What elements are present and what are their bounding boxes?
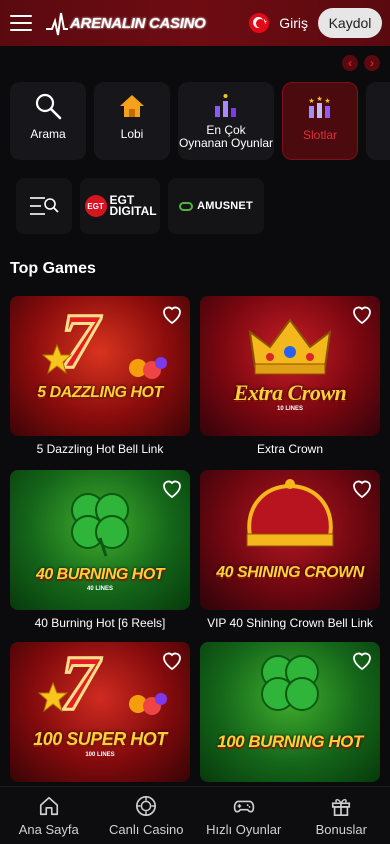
provider-egt-digital[interactable]: EGT EGT DIGITAL bbox=[80, 178, 160, 234]
game-art-title: 40 SHINING CROWN bbox=[216, 564, 364, 581]
favorite-heart-icon[interactable] bbox=[160, 648, 184, 672]
game-card[interactable]: 40 BURNING HOT 40 LINES 40 Burning Hot [… bbox=[10, 470, 190, 630]
star-icon bbox=[42, 344, 72, 374]
gamepad-icon bbox=[233, 800, 254, 813]
favorite-heart-icon[interactable] bbox=[350, 648, 374, 672]
category-slots[interactable]: ★ ★ ★ Slotlar bbox=[282, 82, 358, 160]
bottom-nav: Ana Sayfa Canlı Casino Hızlı Oyunlar Bon… bbox=[0, 786, 390, 844]
provider-filter-button[interactable] bbox=[16, 178, 72, 234]
game-art-title: 100 BURNING HOT bbox=[217, 732, 363, 751]
game-card[interactable]: 7 5 DAZZLING HOT 5 Dazzling Hot Bell Lin… bbox=[10, 296, 190, 456]
category-label: Arama bbox=[30, 127, 66, 141]
nav-home[interactable]: Ana Sayfa bbox=[4, 795, 94, 837]
slots-icon: ★ ★ ★ bbox=[305, 93, 335, 121]
game-art-title: Extra Crown bbox=[233, 380, 347, 405]
svg-text:★: ★ bbox=[324, 97, 330, 105]
game-art-title: 40 BURNING HOT bbox=[35, 566, 165, 583]
category-most-played[interactable]: En Çok Oynanan Oyunlar bbox=[178, 82, 274, 160]
game-art-subtitle: 40 LINES bbox=[86, 586, 113, 592]
svg-text:★: ★ bbox=[316, 95, 322, 103]
chevron-left-icon[interactable]: ‹ bbox=[342, 55, 358, 71]
svg-text:★: ★ bbox=[308, 97, 314, 105]
game-name[interactable]: Extra Crown bbox=[200, 442, 380, 456]
game-name[interactable]: 5 Dazzling Hot Bell Link bbox=[10, 442, 190, 456]
game-thumbnail[interactable]: 7 5 DAZZLING HOT bbox=[10, 296, 190, 436]
favorite-heart-icon[interactable] bbox=[160, 302, 184, 326]
favorite-heart-icon[interactable] bbox=[350, 476, 374, 500]
provider-name: EGT DIGITAL bbox=[109, 193, 157, 218]
section-title: Top Games bbox=[10, 260, 96, 277]
clover-icon bbox=[71, 493, 129, 557]
clover-icon bbox=[261, 655, 319, 711]
filter-search-icon bbox=[30, 197, 59, 215]
category-label: En Çok Oynanan Oyunlar bbox=[178, 123, 274, 150]
provider-row: EGT EGT DIGITAL AMUSNET bbox=[16, 178, 264, 234]
game-thumbnail[interactable]: 7 100 SUPER HOT 100 LINES bbox=[10, 642, 190, 782]
game-thumbnail[interactable]: 40 BURNING HOT 40 LINES bbox=[10, 470, 190, 610]
game-art-subtitle: 10 LINES bbox=[276, 406, 303, 412]
nav-quick-games[interactable]: Hızlı Oyunlar bbox=[199, 795, 289, 837]
favorite-heart-icon[interactable] bbox=[350, 302, 374, 326]
menu-icon[interactable] bbox=[10, 15, 32, 31]
amusnet-logo-icon bbox=[179, 201, 194, 211]
crown-icon bbox=[246, 479, 334, 547]
top-header: ARENALIN CASINO ★ Giriş Kaydol bbox=[0, 0, 390, 46]
nav-label: Bonuslar bbox=[315, 821, 367, 837]
game-thumbnail[interactable]: 100 BURNING HOT bbox=[200, 642, 380, 782]
game-card[interactable]: Extra Crown 10 LINES Extra Crown bbox=[200, 296, 380, 456]
egt-logo-icon: EGT bbox=[84, 195, 107, 217]
game-card[interactable]: 100 BURNING HOT bbox=[200, 642, 380, 782]
home-icon bbox=[117, 92, 147, 120]
category-next-partial[interactable] bbox=[366, 82, 390, 160]
turkey-flag-icon[interactable]: ★ bbox=[249, 13, 270, 33]
chevron-right-icon[interactable]: › bbox=[364, 55, 380, 71]
home-icon bbox=[39, 796, 58, 815]
category-tiles: Arama Lobi En Çok Oynanan Oyunlar ★ ★ ★ Sl… bbox=[10, 82, 390, 160]
game-name[interactable]: VIP 40 Shining Crown Bell Link bbox=[200, 616, 380, 630]
category-lobby[interactable]: Lobi bbox=[94, 82, 170, 160]
game-art-title: 100 SUPER HOT bbox=[33, 729, 167, 749]
provider-amusnet[interactable]: AMUSNET bbox=[168, 178, 264, 234]
nav-bonuses[interactable]: Bonuslar bbox=[296, 795, 386, 837]
game-art-title: 5 DAZZLING HOT bbox=[37, 384, 163, 401]
fruit-icon bbox=[129, 693, 167, 715]
register-button[interactable]: Kaydol bbox=[318, 8, 382, 38]
category-carousel-nav: ‹ › bbox=[342, 55, 380, 71]
search-icon bbox=[33, 92, 63, 120]
star-icon bbox=[38, 682, 68, 712]
favorite-heart-icon[interactable] bbox=[160, 476, 184, 500]
crown-icon bbox=[248, 318, 332, 375]
game-thumbnail[interactable]: 40 SHINING CROWN bbox=[200, 470, 380, 610]
nav-live-casino[interactable]: Canlı Casino bbox=[101, 795, 191, 837]
category-label: Slotlar bbox=[302, 128, 337, 142]
gift-icon bbox=[332, 798, 351, 816]
fruit-icon bbox=[129, 357, 167, 379]
logo[interactable]: ARENALIN CASINO bbox=[46, 8, 206, 38]
provider-name: AMUSNET bbox=[197, 200, 253, 212]
game-art-subtitle: 100 LINES bbox=[85, 752, 115, 758]
login-link[interactable]: Giriş bbox=[279, 15, 308, 31]
chart-icon bbox=[211, 92, 241, 120]
category-label: Lobi bbox=[120, 127, 144, 141]
logo-heartbeat-icon bbox=[46, 12, 68, 36]
game-card[interactable]: 7 100 SUPER HOT 100 LINES bbox=[10, 642, 190, 782]
game-thumbnail[interactable]: Extra Crown 10 LINES bbox=[200, 296, 380, 436]
nav-label: Hızlı Oyunlar bbox=[206, 821, 282, 837]
game-card[interactable]: 40 SHINING CROWN VIP 40 Shining Crown Be… bbox=[200, 470, 380, 630]
game-name[interactable]: 40 Burning Hot [6 Reels] bbox=[10, 616, 190, 630]
category-search[interactable]: Arama bbox=[10, 82, 86, 160]
nav-label: Canlı Casino bbox=[109, 821, 184, 837]
logo-text: ARENALIN CASINO bbox=[70, 14, 206, 32]
chip-icon bbox=[136, 795, 157, 816]
nav-label: Ana Sayfa bbox=[18, 821, 79, 837]
